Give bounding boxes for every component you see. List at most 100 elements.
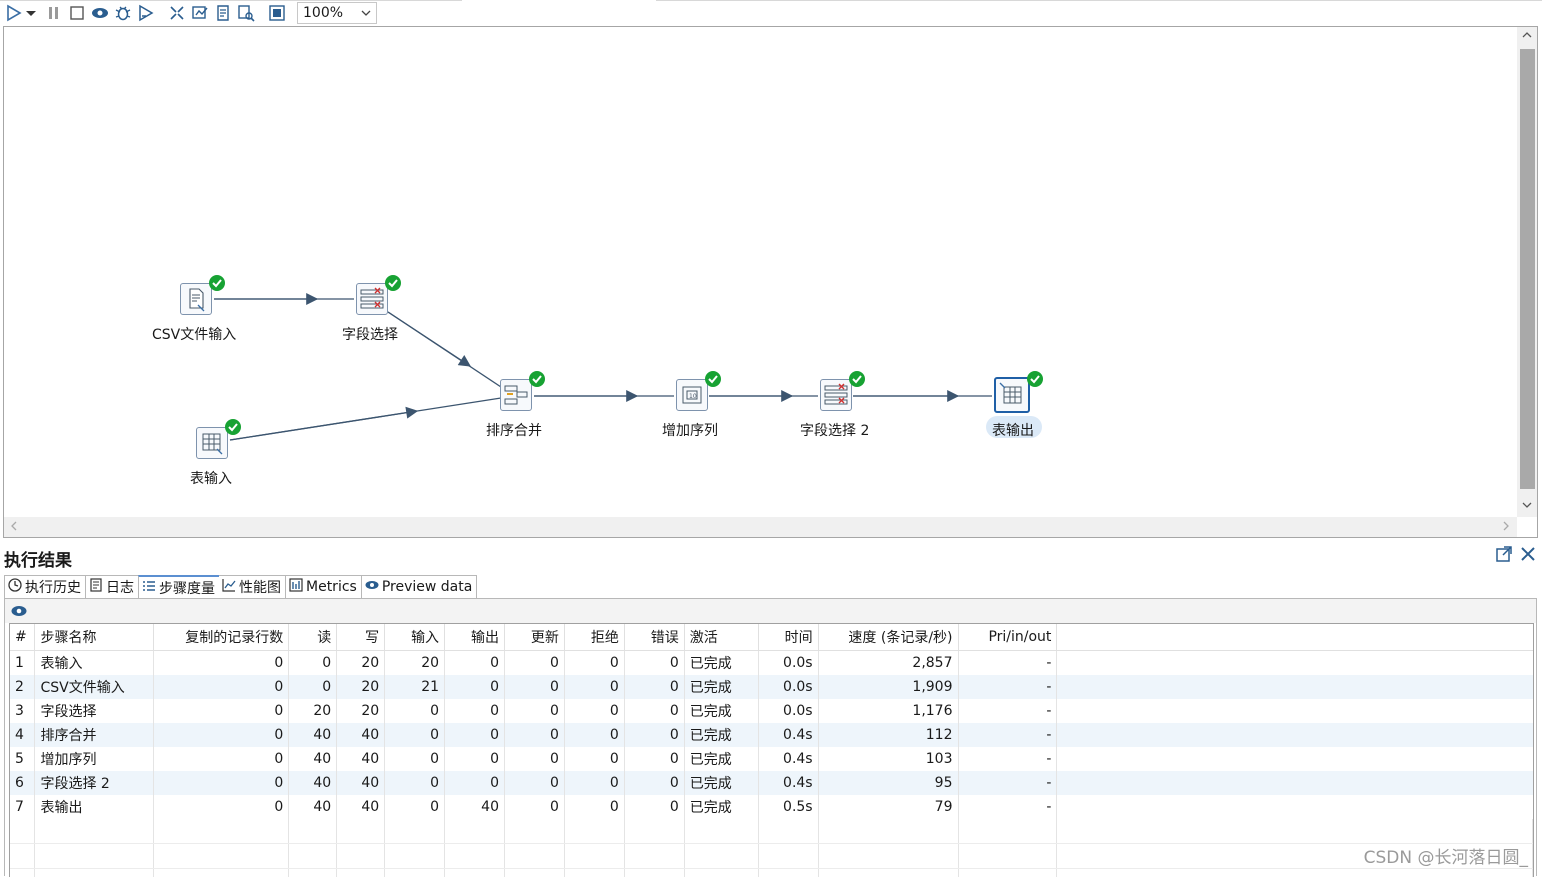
transformation-canvas[interactable]: CSV文件输入 字段选择 表输入 排序合并 10 (3, 26, 1538, 538)
table-row[interactable]: 1表输入0020200000已完成0.0s2,857- (10, 651, 1533, 676)
column-header[interactable]: 时间 (758, 624, 818, 651)
table-cell-empty (289, 819, 337, 844)
table-cell: 40 (337, 747, 385, 771)
tab-preview-data[interactable]: Preview data (361, 575, 477, 598)
metrics-table-container[interactable]: # 步骤名称 复制的记录行数 读 写 输入 输出 更新 拒绝 错误 激活 时间 … (9, 623, 1534, 877)
table-cell: 40 (337, 771, 385, 795)
table-cell: 0 (385, 723, 445, 747)
table-output-icon (994, 377, 1030, 413)
table-row[interactable]: 6字段选择 20404000000已完成0.4s95- (10, 771, 1533, 795)
table-cell-empty (758, 844, 818, 869)
eye-icon[interactable] (11, 604, 27, 622)
table-cell: 0.0s (758, 651, 818, 676)
column-header[interactable]: Pri/in/out (958, 624, 1057, 651)
tab-history[interactable]: 执行历史 (4, 575, 86, 598)
table-cell-empty (958, 819, 1057, 844)
table-cell-empty (504, 844, 564, 869)
table-cell: CSV文件输入 (35, 675, 154, 699)
column-header[interactable]: # (10, 624, 35, 651)
replay-icon[interactable] (136, 3, 156, 23)
table-cell-empty (337, 844, 385, 869)
add-sequence-icon: 10 (676, 379, 708, 411)
success-check-icon (529, 371, 545, 387)
table-cell-empty (385, 844, 445, 869)
table-cell: 1,909 (818, 675, 958, 699)
column-header[interactable]: 写 (337, 624, 385, 651)
table-cell: 0 (385, 771, 445, 795)
chevron-down-icon[interactable] (1521, 499, 1533, 514)
preview-icon[interactable] (90, 3, 110, 23)
column-header[interactable]: 输出 (445, 624, 505, 651)
scrollbar-thumb[interactable] (1520, 49, 1535, 489)
column-header[interactable]: 速度 (条记录/秒) (818, 624, 958, 651)
select-values-icon (820, 379, 852, 411)
table-cell-empty (1057, 819, 1533, 844)
table-cell: 0 (385, 795, 445, 819)
run-icon[interactable] (4, 3, 24, 23)
table-cell: 1,176 (818, 699, 958, 723)
debug-icon[interactable] (113, 3, 133, 23)
tab-performance[interactable]: 性能图 (219, 575, 286, 598)
tab-label: 步骤度量 (159, 578, 215, 598)
stop-icon[interactable] (67, 3, 87, 23)
column-header[interactable]: 输入 (385, 624, 445, 651)
analyze-icon[interactable] (190, 3, 210, 23)
table-row[interactable]: 2CSV文件输入0020210000已完成0.0s1,909- (10, 675, 1533, 699)
table-cell-filler (1057, 795, 1533, 819)
success-check-icon (705, 371, 721, 387)
table-cell: 0 (385, 747, 445, 771)
results-actions (1494, 544, 1538, 568)
table-input-icon (196, 427, 228, 459)
table-row[interactable]: 5增加序列0404000000已完成0.4s103- (10, 747, 1533, 771)
column-header[interactable]: 读 (289, 624, 337, 651)
column-header[interactable]: 激活 (684, 624, 758, 651)
table-cell: 0 (154, 651, 289, 676)
maximize-icon[interactable] (1494, 544, 1514, 568)
sorted-merge-icon (500, 379, 532, 411)
table-row[interactable]: 7表输出04040040000已完成0.5s79- (10, 795, 1533, 819)
horizontal-scrollbar[interactable] (4, 517, 1517, 537)
vertical-scrollbar[interactable] (1517, 27, 1537, 517)
table-cell-filler (1057, 771, 1533, 795)
close-icon[interactable] (1518, 544, 1538, 568)
tab-label: 性能图 (239, 577, 281, 597)
table-row[interactable]: 3字段选择0202000000已完成0.0s1,176- (10, 699, 1533, 723)
results-title: 执行结果 (4, 546, 72, 571)
chevron-up-icon[interactable] (1521, 29, 1533, 44)
empty-row (10, 819, 1533, 844)
table-cell-empty (10, 844, 35, 869)
column-header[interactable]: 复制的记录行数 (154, 624, 289, 651)
chevron-left-icon[interactable] (8, 520, 20, 535)
tab-log[interactable]: 日志 (85, 575, 139, 598)
column-header[interactable]: 步骤名称 (35, 624, 154, 651)
table-cell-empty (337, 819, 385, 844)
metrics-icon (289, 578, 303, 596)
check-icon[interactable] (167, 3, 187, 23)
table-cell-empty (10, 819, 35, 844)
table-cell: 已完成 (684, 675, 758, 699)
tab-metrics[interactable]: Metrics (285, 575, 362, 598)
toolbar-divider (656, 0, 1542, 1)
chevron-right-icon[interactable] (1500, 520, 1512, 535)
explore-icon[interactable] (236, 3, 256, 23)
sql-icon[interactable] (213, 3, 233, 23)
run-options-icon[interactable] (24, 3, 38, 23)
table-cell-empty (445, 819, 505, 844)
table-cell-empty (624, 844, 684, 869)
table-cell: 0 (504, 723, 564, 747)
step-metrics-panel: # 步骤名称 复制的记录行数 读 写 输入 输出 更新 拒绝 错误 激活 时间 … (4, 598, 1537, 876)
table-cell: 已完成 (684, 699, 758, 723)
table-cell: 0 (624, 747, 684, 771)
table-row[interactable]: 4排序合并0404000000已完成0.4s112- (10, 723, 1533, 747)
table-cell: 0.4s (758, 747, 818, 771)
table-cell: 20 (289, 699, 337, 723)
table-cell: 6 (10, 771, 35, 795)
column-header[interactable]: 错误 (624, 624, 684, 651)
table-cell: - (958, 795, 1057, 819)
column-header[interactable]: 更新 (504, 624, 564, 651)
tab-step-metrics[interactable]: 步骤度量 (138, 575, 220, 598)
fit-icon[interactable] (267, 3, 287, 23)
column-header[interactable]: 拒绝 (564, 624, 624, 651)
zoom-combo[interactable]: 100% (297, 2, 377, 24)
pause-icon[interactable] (44, 3, 64, 23)
